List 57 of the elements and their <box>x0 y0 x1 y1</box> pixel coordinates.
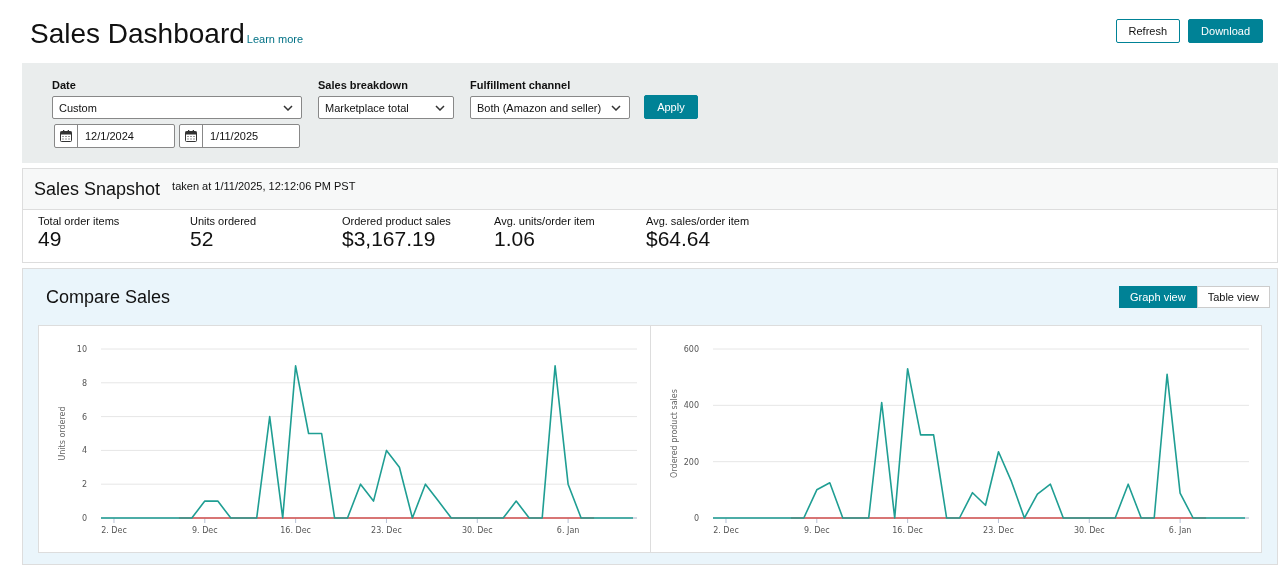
x-tick-label: 6. Jan <box>556 526 580 535</box>
view-tab[interactable]: Graph view <box>1119 286 1197 308</box>
calendar-icon <box>60 130 72 142</box>
metric-label: Units ordered <box>190 215 258 227</box>
y-axis-label: Units ordered <box>58 406 67 461</box>
field-label: Sales breakdown <box>318 79 409 91</box>
x-tick-label: 9. Dec <box>803 526 830 535</box>
y-tick-label: 8 <box>81 378 87 388</box>
refresh-button[interactable]: Refresh <box>1115 19 1181 43</box>
caret-icon <box>435 104 445 111</box>
metric-value: 1.06 <box>494 227 536 251</box>
x-tick-label: 16. Dec <box>891 526 923 535</box>
y-tick-label: 10 <box>76 345 87 354</box>
y-tick-label: 4 <box>81 446 87 456</box>
view-tab[interactable]: Table view <box>1196 286 1270 308</box>
y-tick-label: 200 <box>683 457 699 467</box>
x-tick-label: 16. Dec <box>280 526 311 535</box>
x-tick-label: 30. Dec <box>461 526 493 535</box>
y-axis-label: Ordered product sales <box>669 389 679 478</box>
dropdown-select[interactable]: Marketplace total <box>318 96 454 119</box>
y-tick-label: 2 <box>81 480 87 490</box>
page-title: Sales Dashboard <box>30 18 245 50</box>
caret-icon <box>283 104 293 111</box>
section-title: Compare Sales <box>46 286 171 308</box>
caret-icon <box>611 104 622 111</box>
y-tick-label: 400 <box>683 401 699 411</box>
field-label: Fulfillment channel <box>470 79 572 91</box>
metric-value: 52 <box>190 227 215 251</box>
x-tick-label: 2. Dec <box>712 526 739 535</box>
y-tick-label: 600 <box>683 345 699 354</box>
date-select[interactable]: Custom <box>52 96 302 119</box>
learn-more-link[interactable]: Learn more <box>246 33 304 45</box>
x-tick-label: 30. Dec <box>1073 526 1105 535</box>
x-tick-label: 23. Dec <box>982 526 1014 535</box>
x-tick-label: 9. Dec <box>192 526 218 535</box>
metric-label: Ordered product sales <box>342 215 452 227</box>
field-label: Date <box>52 79 77 91</box>
y-tick-label: 0 <box>693 514 699 523</box>
metric-label: Avg. units/order item <box>494 215 596 227</box>
x-tick-label: 2. Dec <box>101 526 127 535</box>
section-title: Sales Snapshot <box>34 178 161 200</box>
y-tick-label: 0 <box>81 514 87 523</box>
x-tick-label: 6. Jan <box>1168 526 1191 535</box>
calendar-icon <box>185 130 197 142</box>
x-tick-label: 23. Dec <box>371 526 402 535</box>
metric-value: $3,167.19 <box>342 227 437 251</box>
download-button[interactable]: Download <box>1188 19 1263 43</box>
metric-value: $64.64 <box>646 227 712 251</box>
end-date-field[interactable]: 1/11/2025 <box>179 124 300 148</box>
start-date-field[interactable]: 12/1/2024 <box>54 124 175 148</box>
dropdown-select[interactable]: Both (Amazon and seller) <box>470 96 631 119</box>
timestamp: taken at 1/11/2025, 12:12:06 PM PST <box>172 180 356 192</box>
apply-button[interactable]: Apply <box>644 95 698 119</box>
metric-label: Avg. sales/order item <box>646 215 751 227</box>
metric-label: Total order items <box>38 215 121 227</box>
y-tick-label: 6 <box>81 412 87 422</box>
metric-value: 49 <box>38 227 63 251</box>
